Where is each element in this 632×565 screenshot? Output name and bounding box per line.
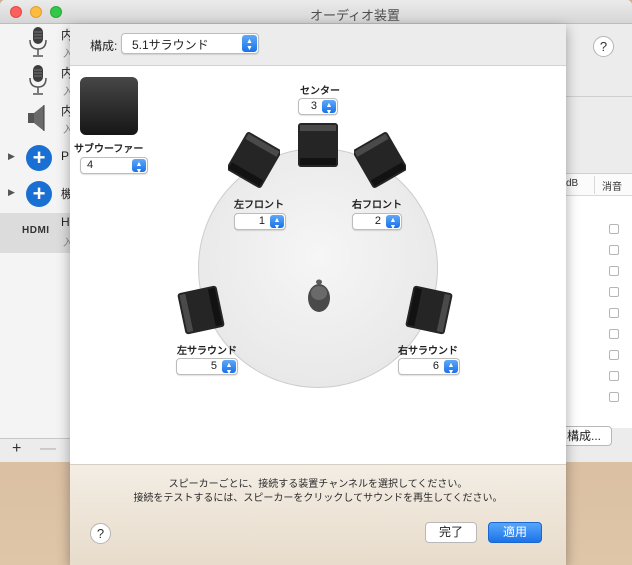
configuration-value: 5.1サラウンド	[132, 38, 209, 52]
apply-button[interactable]: 適用	[488, 522, 542, 543]
device-name: H	[61, 215, 70, 229]
center-channel-popup[interactable]: 3 ▲ ▼	[298, 98, 338, 116]
device-item-selected[interactable]: HDMI H 入	[0, 213, 75, 253]
chevron-updown-icon: ▲ ▼	[132, 159, 146, 175]
done-button[interactable]: 完了	[425, 522, 477, 543]
configuration-label: 構成:	[90, 39, 118, 53]
help-button[interactable]: ?	[593, 36, 614, 57]
front-right-channel-popup[interactable]: 2 ▲ ▼	[352, 213, 402, 231]
chevron-updown-icon: ▲ ▼	[386, 215, 400, 231]
sheet-toolbar: 構成: 5.1サラウンド ▲ ▼	[70, 24, 566, 66]
title-bar: オーディオ装置	[0, 0, 632, 24]
surround-left-channel-value: 5	[210, 360, 217, 372]
surround-right-speaker-icon[interactable]	[402, 284, 456, 336]
subwoofer-label: サブウーファー	[74, 144, 144, 155]
front-right-speaker-icon[interactable]	[354, 132, 406, 188]
minimize-window-button[interactable]	[30, 6, 42, 18]
surround-left-speaker-icon[interactable]	[174, 284, 228, 336]
front-left-channel-popup[interactable]: 1 ▲ ▼	[234, 213, 286, 231]
front-right-channel-value: 2	[374, 215, 381, 227]
mute-checkbox[interactable]	[609, 392, 619, 402]
mute-checkbox[interactable]	[609, 350, 619, 360]
chevron-updown-icon: ▲ ▼	[222, 360, 236, 376]
surround-right-channel-popup[interactable]: 6 ▲ ▼	[398, 358, 460, 376]
surround-left-channel-popup[interactable]: 5 ▲ ▼	[176, 358, 238, 376]
disclosure-triangle-icon[interactable]: ▶	[8, 187, 15, 198]
disclosure-triangle-icon[interactable]: ▶	[8, 151, 15, 162]
plus-icon: +	[26, 181, 52, 207]
remove-device-button[interactable]: —	[40, 440, 56, 458]
instruction-text-1: スピーカーごとに、接続する装置チャンネルを選択してください。	[168, 479, 468, 490]
chevron-updown-icon: ▲ ▼	[270, 215, 284, 231]
close-window-button[interactable]	[10, 6, 22, 18]
listener-head-icon	[308, 279, 330, 312]
subwoofer-channel-popup[interactable]: 4 ▲ ▼	[80, 157, 148, 175]
column-header-db: dB	[566, 178, 579, 189]
front-left-label: 左フロント	[234, 200, 284, 211]
window-title: オーディオ装置	[309, 8, 401, 23]
surround-right-label: 右サラウンド	[398, 346, 458, 357]
mute-checkbox[interactable]	[609, 287, 619, 297]
chevron-updown-icon: ▲ ▼	[242, 35, 257, 52]
subwoofer-icon[interactable]	[80, 77, 138, 135]
zoom-window-button[interactable]	[50, 6, 62, 18]
device-item[interactable]: 内 入	[0, 62, 75, 102]
center-speaker-icon[interactable]	[297, 122, 339, 168]
speaker-setup-sheet: 構成: 5.1サラウンド ▲ ▼ センター 3 ▲ ▼ サブウーファー 4 ▲ ▼	[70, 24, 566, 565]
channel-table: dB 消音	[566, 173, 632, 428]
configuration-popup[interactable]: 5.1サラウンド ▲ ▼	[121, 33, 259, 54]
device-list: 内 入 内 入 内 入 ▶ + P ▶ + 機 HDMI H 入	[0, 24, 75, 442]
chevron-updown-icon: ▲ ▼	[444, 360, 458, 376]
mute-checkbox[interactable]	[609, 245, 619, 255]
instruction-text-2: 接続をテストするには、スピーカーをクリックしてサウンドを再生してください。	[133, 493, 503, 504]
chevron-updown-icon: ▲ ▼	[322, 100, 336, 116]
device-name: P	[61, 149, 70, 163]
device-item[interactable]: 内 入	[0, 24, 75, 64]
divider	[566, 96, 632, 97]
plus-icon: +	[26, 145, 52, 171]
hdmi-icon: HDMI	[22, 225, 50, 236]
device-item[interactable]: ▶ + 機	[0, 177, 75, 217]
front-left-speaker-icon[interactable]	[228, 132, 280, 188]
table-header: dB 消音	[566, 174, 632, 196]
column-divider	[594, 176, 595, 194]
mute-checkbox[interactable]	[609, 308, 619, 318]
speaker-icon	[28, 105, 45, 131]
device-list-toolbar: + —	[0, 438, 75, 462]
center-channel-value: 3	[310, 100, 317, 112]
surround-right-channel-value: 6	[432, 360, 439, 372]
center-speaker-label: センター	[300, 86, 340, 97]
mute-checkbox[interactable]	[609, 371, 619, 381]
device-item[interactable]: ▶ + P	[0, 141, 75, 181]
column-header-mute: 消音	[602, 182, 622, 193]
help-button[interactable]: ?	[90, 523, 111, 544]
front-right-label: 右フロント	[352, 200, 402, 211]
microphone-icon	[29, 27, 47, 57]
speaker-layout: センター 3 ▲ ▼ サブウーファー 4 ▲ ▼ 左フロント 1 ▲ ▼ 右フロ…	[70, 66, 566, 464]
surround-left-label: 左サラウンド	[177, 346, 237, 357]
subwoofer-channel-value: 4	[87, 159, 94, 171]
microphone-icon	[29, 65, 47, 95]
device-item[interactable]: 内 入	[0, 100, 75, 140]
front-left-channel-value: 1	[258, 215, 265, 227]
mute-checkbox[interactable]	[609, 329, 619, 339]
mute-checkbox[interactable]	[609, 266, 619, 276]
sheet-footer: スピーカーごとに、接続する装置チャンネルを選択してください。 接続をテストするに…	[70, 464, 566, 565]
mute-checkbox[interactable]	[609, 224, 619, 234]
add-device-button[interactable]: +	[12, 440, 21, 458]
